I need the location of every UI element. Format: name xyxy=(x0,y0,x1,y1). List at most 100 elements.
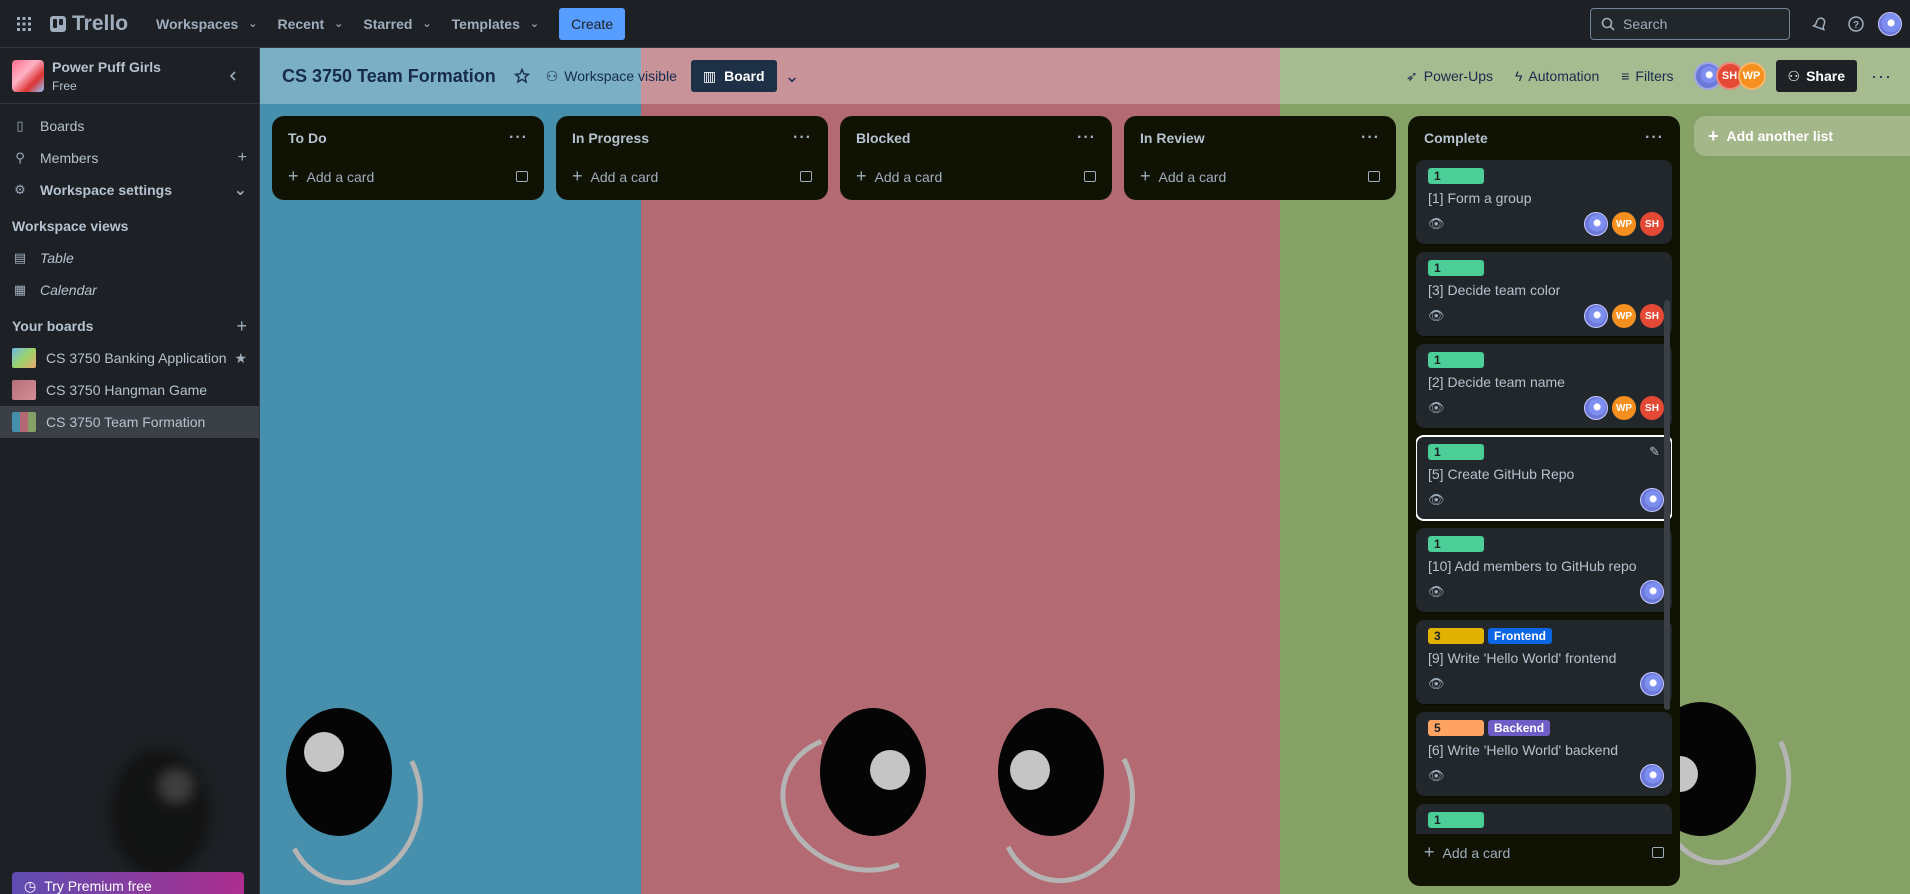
card[interactable]: 3 Frontend [9] Write 'Hello World' fronte… xyxy=(1416,620,1672,704)
label-backend[interactable]: Backend xyxy=(1488,720,1551,736)
card[interactable]: 5 Backend [6] Write 'Hello World' backend… xyxy=(1416,712,1672,796)
label-orange[interactable]: 5 xyxy=(1428,720,1484,736)
board-members: SH WP xyxy=(1693,62,1766,90)
template-icon[interactable] xyxy=(1084,170,1096,182)
sidebar-item-workspace-settings[interactable]: ⚙ Workspace settings ⌄ xyxy=(0,174,259,206)
sidebar-item-label: Workspace settings xyxy=(40,182,173,198)
card[interactable]: 1 [3] Decide team color 👁 WP SH xyxy=(1416,252,1672,336)
add-card-button[interactable]: + Add a card xyxy=(848,160,1104,192)
board-menu-icon[interactable]: ··· xyxy=(1863,60,1900,92)
watching-eye-icon: 👁 xyxy=(1428,492,1445,507)
member-avatar[interactable]: SH xyxy=(1640,304,1664,328)
sidebar-item-boards[interactable]: ▯ Boards xyxy=(0,110,259,142)
list-title[interactable]: In Review xyxy=(1140,130,1205,146)
add-card-button[interactable]: + Add a card xyxy=(1416,836,1672,868)
create-button[interactable]: Create xyxy=(559,7,626,40)
share-button[interactable]: ⚇ Share xyxy=(1775,60,1858,92)
list-menu-icon[interactable]: ··· xyxy=(1077,129,1096,147)
boards-icon: ▯ xyxy=(16,118,24,133)
workspaces-menu[interactable]: Workspaces ⌄ xyxy=(146,8,267,40)
filters-button[interactable]: ≡ Filters xyxy=(1613,60,1681,92)
label-frontend[interactable]: Frontend xyxy=(1488,628,1552,644)
list-scrollbar[interactable] xyxy=(1664,300,1670,710)
card-title: [3] Decide team color xyxy=(1428,282,1561,298)
recent-menu[interactable]: Recent ⌄ xyxy=(267,8,353,40)
watching-eye-icon: 👁 xyxy=(1428,400,1445,415)
template-icon[interactable] xyxy=(800,170,812,182)
power-ups-button[interactable]: ➶ Power-Ups xyxy=(1398,60,1501,92)
sidebar-board-hangman[interactable]: CS 3750 Hangman Game xyxy=(0,374,259,406)
member-avatar[interactable]: WP xyxy=(1612,212,1636,236)
add-card-label: Add a card xyxy=(874,168,943,185)
card[interactable]: 1 [10] Add members to GitHub repo 👁 xyxy=(1416,528,1672,612)
visibility-button[interactable]: ⚇ Workspace visible xyxy=(538,60,685,92)
label-green[interactable]: 1 xyxy=(1428,352,1484,368)
label-green[interactable]: 1 xyxy=(1428,260,1484,276)
card-focused[interactable]: 1 ✎ [5] Create GitHub Repo 👁 xyxy=(1416,435,1672,521)
add-card-button[interactable]: + Add a card xyxy=(280,160,536,192)
list-menu-icon[interactable]: ··· xyxy=(793,129,812,147)
template-icon[interactable] xyxy=(1652,846,1664,858)
sidebar-item-calendar[interactable]: ▦ Calendar xyxy=(0,274,259,306)
member-avatar[interactable] xyxy=(1640,488,1664,512)
list-title[interactable]: Blocked xyxy=(856,130,910,146)
automation-button[interactable]: ϟ Automation xyxy=(1507,60,1607,92)
add-card-button[interactable]: + Add a card xyxy=(564,160,820,192)
notifications-icon[interactable] xyxy=(1806,10,1834,38)
watching-eye-icon: 👁 xyxy=(1428,676,1445,691)
add-list-label: Add another list xyxy=(1726,128,1834,144)
list-menu-icon[interactable]: ··· xyxy=(1361,129,1380,147)
search-input[interactable]: Search xyxy=(1590,8,1790,40)
app-switcher-icon[interactable] xyxy=(8,8,40,40)
star-icon[interactable]: ★ xyxy=(234,350,247,367)
sidebar-board-banking[interactable]: CS 3750 Banking Application ★ xyxy=(0,342,259,374)
starred-menu[interactable]: Starred ⌄ xyxy=(353,8,441,40)
list-menu-icon[interactable]: ··· xyxy=(509,129,528,147)
trello-logo[interactable]: Trello xyxy=(44,12,134,36)
member-avatar[interactable] xyxy=(1640,764,1664,788)
member-avatar[interactable]: WP xyxy=(1737,62,1766,90)
label-yellow[interactable]: 3 xyxy=(1428,628,1484,644)
list-title[interactable]: Complete xyxy=(1424,130,1488,146)
add-member-icon[interactable]: + xyxy=(238,149,247,167)
member-avatar[interactable] xyxy=(1584,396,1608,420)
board-title[interactable]: CS 3750 Team Formation xyxy=(272,66,506,87)
account-avatar[interactable] xyxy=(1878,12,1902,36)
member-avatar[interactable]: WP xyxy=(1612,304,1636,328)
try-premium-button[interactable]: ◷ Try Premium free xyxy=(12,872,244,894)
board-view-button[interactable]: ▥ Board xyxy=(690,60,777,92)
add-another-list-button[interactable]: + Add another list xyxy=(1694,116,1910,156)
watching-eye-icon: 👁 xyxy=(1428,584,1445,599)
card[interactable]: 1 [1] Form a group 👁 WP SH xyxy=(1416,160,1672,244)
label-green[interactable]: 1 xyxy=(1428,444,1484,460)
member-avatar[interactable]: SH xyxy=(1640,396,1664,420)
label-green[interactable]: 1 xyxy=(1428,168,1484,184)
board-label: CS 3750 Banking Application xyxy=(46,350,227,366)
card[interactable]: 1 [2] Decide team name 👁 WP SH xyxy=(1416,344,1672,428)
member-avatar[interactable]: SH xyxy=(1640,212,1664,236)
template-icon[interactable] xyxy=(516,170,528,182)
sidebar-item-table[interactable]: ▤ Table xyxy=(0,242,259,274)
list-title[interactable]: In Progress xyxy=(572,130,649,146)
member-avatar[interactable]: WP xyxy=(1612,396,1636,420)
add-board-icon[interactable]: + xyxy=(236,316,247,337)
sidebar-item-members[interactable]: ⚲ Members + xyxy=(0,142,259,174)
collapse-sidebar-icon[interactable] xyxy=(219,62,247,90)
edit-pencil-icon[interactable]: ✎ xyxy=(1649,444,1660,460)
member-avatar[interactable] xyxy=(1640,672,1664,696)
add-card-button[interactable]: + Add a card xyxy=(1132,160,1388,192)
template-icon[interactable] xyxy=(1368,170,1380,182)
member-avatar[interactable] xyxy=(1640,580,1664,604)
member-avatar[interactable] xyxy=(1584,212,1608,236)
help-icon[interactable]: ? xyxy=(1842,10,1870,38)
views-dropdown[interactable]: ⌄ xyxy=(777,60,808,92)
label-green[interactable]: 1 xyxy=(1428,812,1484,828)
card-partial[interactable]: 1 xyxy=(1416,804,1672,834)
list-menu-icon[interactable]: ··· xyxy=(1645,129,1664,147)
list-title[interactable]: To Do xyxy=(288,130,327,146)
templates-menu[interactable]: Templates ⌄ xyxy=(442,8,549,40)
member-avatar[interactable] xyxy=(1584,304,1608,328)
star-board-icon[interactable] xyxy=(506,60,538,92)
label-green[interactable]: 1 xyxy=(1428,536,1484,552)
sidebar-board-team-formation[interactable]: CS 3750 Team Formation xyxy=(0,406,259,438)
